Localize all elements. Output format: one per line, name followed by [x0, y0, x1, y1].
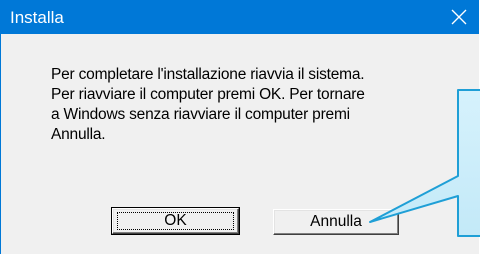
message-line: Annulla. — [51, 126, 106, 143]
message-line: a Windows senza riavviare il computer pr… — [51, 106, 350, 123]
dialog-message: Per completare l'installazione riavvia i… — [51, 65, 451, 145]
close-icon — [451, 9, 467, 25]
dialog-window: Installa Per completare l'installazione … — [0, 0, 479, 254]
cancel-button[interactable]: Annulla — [273, 209, 399, 235]
message-line: Per riavviare il computer premi OK. Per … — [51, 86, 365, 103]
close-button[interactable] — [445, 4, 473, 30]
cancel-button-label: Annulla — [310, 213, 362, 230]
dialog-body: Per completare l'installazione riavvia i… — [1, 34, 479, 254]
window-title: Installa — [10, 8, 64, 27]
message-line: Per completare l'installazione riavvia i… — [51, 66, 365, 83]
ok-button[interactable]: OK — [111, 207, 240, 235]
ok-button-label: OK — [164, 212, 187, 229]
title-bar[interactable]: Installa — [1, 0, 479, 34]
